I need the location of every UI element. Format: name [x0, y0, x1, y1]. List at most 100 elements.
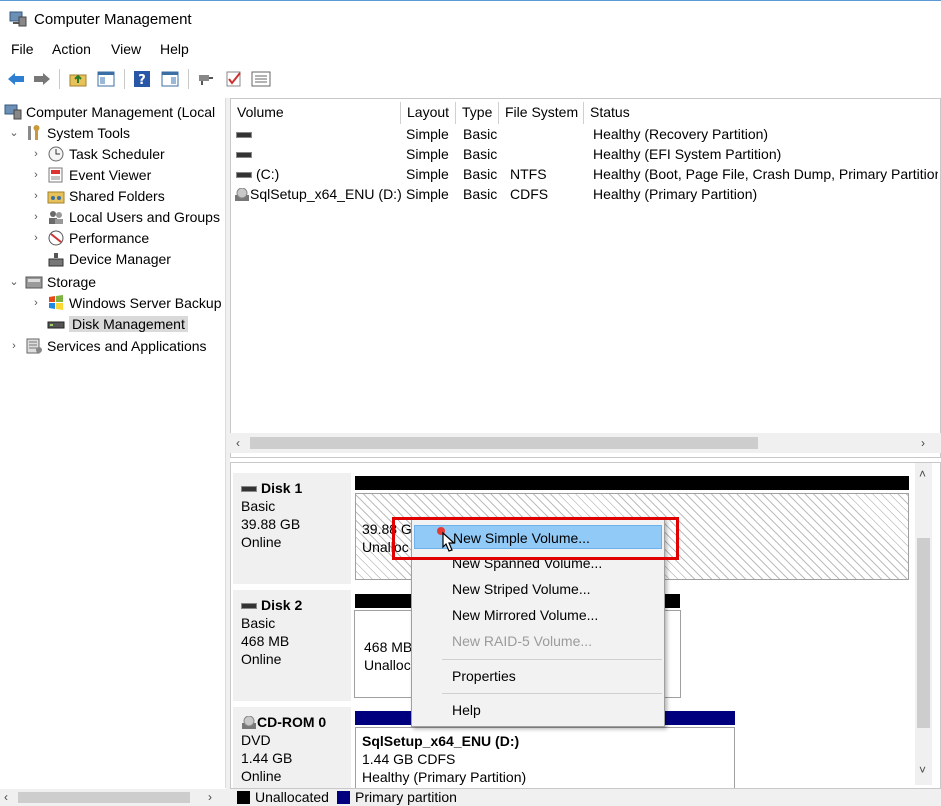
backup-icon	[47, 294, 65, 311]
scroll-right-icon[interactable]: ›	[921, 436, 925, 450]
tree-item-label: Local Users and Groups	[69, 208, 220, 225]
svg-text:?: ?	[138, 73, 146, 88]
menu-view[interactable]: View	[111, 41, 141, 57]
menu-separator	[442, 659, 662, 660]
tree-item-local-users[interactable]: › Local Users and Groups	[29, 206, 220, 227]
storage-icon	[25, 274, 43, 290]
tree-item-label: Shared Folders	[69, 187, 165, 204]
tree-item-task-scheduler[interactable]: › Task Scheduler	[29, 143, 165, 164]
disk-2-label[interactable]: Disk 2 Basic 468 MB Online	[233, 590, 351, 701]
tree-item-windows-server-backup[interactable]: › Windows Server Backup	[29, 292, 222, 313]
properties-pane-icon[interactable]	[158, 67, 182, 91]
disk-icon	[241, 486, 257, 493]
scroll-right-icon[interactable]: ›	[208, 790, 212, 804]
computer-management-icon	[4, 104, 22, 120]
tree-item-label: Disk Management	[69, 315, 188, 332]
scroll-left-icon[interactable]: ‹	[4, 790, 8, 804]
scrollbar-thumb[interactable]	[250, 437, 758, 449]
volume-list: Volume Layout Type File System Status Si…	[230, 98, 941, 458]
menu-item-help[interactable]: Help	[414, 698, 662, 722]
chevron-right-icon[interactable]: ›	[29, 297, 43, 309]
tree-item-label: Event Viewer	[69, 166, 152, 183]
up-folder-icon[interactable]	[66, 67, 90, 91]
table-row[interactable]: Simple Basic Healthy (Recovery Partition…	[231, 125, 941, 145]
tools-icon	[25, 124, 43, 141]
tree-item-services-applications[interactable]: › Services and Applications	[7, 335, 207, 356]
check-icon[interactable]	[222, 67, 246, 91]
primary-partition-swatch	[337, 791, 350, 804]
drive-icon	[236, 132, 252, 139]
tree-item-label: Services and Applications	[47, 337, 207, 354]
column-header-layout[interactable]: Layout	[401, 102, 456, 124]
table-row[interactable]: Simple Basic Healthy (EFI System Partiti…	[231, 145, 941, 165]
tree-item-system-tools[interactable]: ⌄ System Tools	[7, 122, 130, 143]
scrollbar-thumb[interactable]	[18, 792, 190, 803]
chevron-right-icon[interactable]: ›	[29, 211, 43, 223]
list-icon[interactable]	[249, 67, 273, 91]
shared-folder-icon	[47, 188, 65, 204]
chevron-right-icon[interactable]: ›	[29, 169, 43, 181]
tree-item-shared-folders[interactable]: › Shared Folders	[29, 185, 165, 206]
tree-item-device-manager[interactable]: Device Manager	[29, 248, 171, 269]
tree-item-label: Task Scheduler	[69, 145, 165, 162]
drive-icon	[236, 152, 252, 159]
menu-bar: File Action View Help	[0, 38, 941, 62]
connect-icon[interactable]	[194, 67, 218, 91]
tree-item-computer-management[interactable]: Computer Management (Local	[4, 101, 215, 122]
cd-drive-icon	[235, 187, 249, 202]
tree-item-label: Computer Management (Local	[26, 103, 216, 120]
chevron-right-icon[interactable]: ›	[29, 148, 43, 160]
tree-item-disk-management[interactable]: Disk Management	[29, 313, 188, 334]
cd-drive-icon	[242, 715, 256, 730]
title-bar: Computer Management	[0, 0, 941, 38]
menu-item-properties[interactable]: Properties	[414, 664, 662, 688]
volume-list-horizontal-scrollbar[interactable]: ‹ ›	[230, 433, 941, 453]
disk-pane-vertical-scrollbar[interactable]: ˄ ˅	[915, 463, 932, 785]
tree-item-storage[interactable]: ⌄ Storage	[7, 271, 96, 292]
forward-icon[interactable]	[30, 67, 54, 91]
column-header-file-system[interactable]: File System	[499, 102, 584, 124]
menu-action[interactable]: Action	[52, 41, 91, 57]
cdrom-0-partition[interactable]: SqlSetup_x64_ENU (D:) 1.44 GB CDFS Healt…	[355, 727, 735, 788]
console-tree: Computer Management (Local ⌄ System Tool…	[0, 98, 226, 788]
scroll-left-icon[interactable]: ‹	[236, 436, 240, 450]
menu-item-new-mirrored-volume[interactable]: New Mirrored Volume...	[414, 603, 662, 627]
menu-help[interactable]: Help	[160, 41, 189, 57]
tree-item-event-viewer[interactable]: › Event Viewer	[29, 164, 151, 185]
scroll-up-icon[interactable]: ˄	[919, 467, 926, 481]
chevron-right-icon[interactable]: ›	[7, 340, 21, 352]
disk-management-icon	[47, 316, 65, 332]
chevron-down-icon[interactable]: ⌄	[7, 275, 21, 288]
tree-item-performance[interactable]: › Performance	[29, 227, 149, 248]
disk-1-label[interactable]: Disk 1 Basic 39.88 GB Online	[233, 473, 351, 584]
legend-unallocated-label: Unallocated	[255, 789, 329, 805]
drive-icon	[236, 172, 252, 179]
disk-icon	[241, 603, 257, 610]
column-header-status[interactable]: Status	[584, 102, 941, 124]
tree-item-label: Device Manager	[69, 250, 171, 267]
event-viewer-icon	[47, 167, 65, 183]
menu-separator	[442, 693, 662, 694]
cdrom-0-label[interactable]: CD-ROM 0 DVD 1.44 GB Online	[233, 707, 351, 788]
chevron-right-icon[interactable]: ›	[29, 232, 43, 244]
toolbar-separator	[188, 69, 189, 89]
back-icon[interactable]	[4, 67, 28, 91]
chevron-right-icon[interactable]: ›	[29, 190, 43, 202]
services-icon	[25, 338, 43, 354]
table-row[interactable]: SqlSetup_x64_ENU (D:) Simple Basic CDFS …	[231, 185, 941, 205]
menu-item-new-striped-volume[interactable]: New Striped Volume...	[414, 577, 662, 601]
scrollbar-thumb[interactable]	[917, 538, 930, 728]
menu-file[interactable]: File	[11, 41, 34, 57]
clock-icon	[47, 146, 65, 162]
chevron-down-icon[interactable]: ⌄	[7, 126, 21, 139]
help-icon[interactable]: ?	[130, 67, 154, 91]
table-row[interactable]: (C:) Simple Basic NTFS Healthy (Boot, Pa…	[231, 165, 941, 185]
show-hide-tree-icon[interactable]	[94, 67, 118, 91]
toolbar-separator	[124, 69, 125, 89]
legend: Unallocated Primary partition	[230, 789, 941, 806]
tree-horizontal-scrollbar[interactable]: ‹ ›	[0, 789, 226, 806]
scroll-down-icon[interactable]: ˅	[919, 763, 926, 777]
column-header-type[interactable]: Type	[456, 102, 499, 124]
column-header-volume[interactable]: Volume	[231, 102, 401, 124]
users-icon	[47, 209, 65, 225]
